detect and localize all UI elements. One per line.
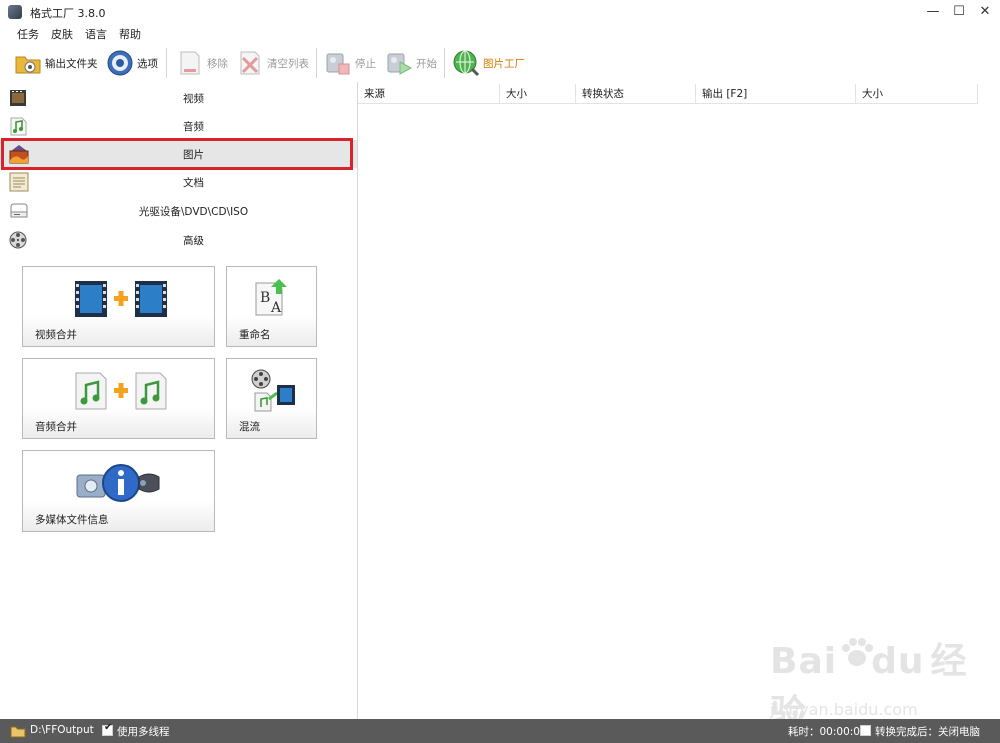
mux-card[interactable]: 混流 bbox=[226, 358, 317, 439]
task-list: 来源 大小 转换状态 输出 [F2] 大小 bbox=[358, 82, 1000, 719]
toolbar: 输出文件夹 选项 移除 清空列表 停止 开始 图片工厂 bbox=[0, 44, 1000, 82]
audio-merge-label: 音频合并 bbox=[35, 421, 77, 433]
menu-skin[interactable]: 皮肤 bbox=[51, 26, 73, 42]
rename-label: 重命名 bbox=[239, 329, 271, 341]
maximize-button[interactable]: ☐ bbox=[946, 2, 972, 22]
status-bar: D:\FFOutput ✔ 使用多线程 耗时：00:00:01 转换完成后：关闭… bbox=[0, 719, 1000, 743]
info-icon bbox=[75, 461, 167, 508]
options-button[interactable]: 选项 bbox=[106, 48, 158, 78]
film-reel-icon bbox=[8, 230, 30, 250]
document-icon bbox=[8, 172, 30, 192]
disc-drive-icon bbox=[8, 201, 30, 221]
stop-icon bbox=[324, 49, 352, 77]
category-advanced[interactable]: 高级 bbox=[0, 226, 357, 254]
toolbar-separator bbox=[444, 48, 445, 78]
svg-text:A: A bbox=[270, 300, 282, 316]
folder-icon bbox=[10, 726, 26, 738]
audio-merge-card[interactable]: 音频合并 bbox=[22, 358, 215, 439]
category-label: 音频 bbox=[183, 121, 204, 133]
remove-icon bbox=[176, 49, 204, 77]
column-source[interactable]: 来源 bbox=[358, 84, 500, 104]
mux-icon bbox=[251, 369, 297, 416]
rename-icon: B A bbox=[253, 277, 293, 320]
minimize-button[interactable]: — bbox=[920, 2, 946, 22]
column-size[interactable]: 大小 bbox=[500, 84, 576, 104]
category-label: 视频 bbox=[183, 93, 204, 105]
clear-icon bbox=[236, 49, 264, 77]
options-label: 选项 bbox=[137, 57, 158, 70]
picture-factory-button[interactable]: 图片工厂 bbox=[452, 48, 525, 78]
menu-language[interactable]: 语言 bbox=[85, 26, 107, 42]
video-merge-label: 视频合并 bbox=[35, 329, 77, 341]
media-info-card[interactable]: 多媒体文件信息 bbox=[22, 450, 215, 532]
video-merge-icon bbox=[73, 279, 169, 322]
menu-bar: 任务 皮肤 语言 帮助 bbox=[0, 24, 1000, 44]
menu-help[interactable]: 帮助 bbox=[119, 26, 141, 42]
remove-label: 移除 bbox=[207, 57, 228, 70]
remove-button[interactable]: 移除 bbox=[176, 48, 228, 78]
category-label: 图片 bbox=[183, 149, 204, 161]
play-icon bbox=[385, 49, 413, 77]
after-done-label: 转换完成后：关闭电脑 bbox=[875, 726, 980, 738]
check-icon: ✔ bbox=[104, 722, 113, 733]
watermark-url: jingyan.baidu.com bbox=[770, 700, 918, 719]
category-panel: 视频 音频 图片 文档 光驱设备\DVD\CD\ISO 高级 视频合并 B A … bbox=[0, 82, 358, 719]
film-icon bbox=[8, 88, 30, 108]
close-button[interactable]: ✕ bbox=[972, 2, 998, 22]
category-label: 高级 bbox=[183, 235, 204, 247]
globe-icon bbox=[452, 49, 480, 77]
column-output[interactable]: 输出 [F2] bbox=[696, 84, 856, 104]
mux-label: 混流 bbox=[239, 421, 260, 433]
elapsed-time: 耗时：00:00:01 bbox=[788, 726, 867, 738]
category-label: 文档 bbox=[183, 177, 204, 189]
app-icon bbox=[8, 5, 22, 19]
picture-factory-label: 图片工厂 bbox=[483, 57, 525, 70]
watermark-brand-suffix: du bbox=[871, 641, 925, 682]
clear-list-label: 清空列表 bbox=[267, 57, 309, 70]
folder-icon bbox=[14, 49, 42, 77]
stop-label: 停止 bbox=[355, 57, 376, 70]
multithread-checkbox[interactable]: ✔ bbox=[102, 722, 113, 736]
picture-icon bbox=[8, 144, 30, 164]
output-folder-button[interactable]: 输出文件夹 bbox=[14, 48, 98, 78]
media-info-label: 多媒体文件信息 bbox=[35, 514, 109, 526]
toolbar-separator bbox=[316, 48, 317, 78]
rename-card[interactable]: B A 重命名 bbox=[226, 266, 317, 347]
after-done-checkbox[interactable] bbox=[860, 725, 871, 736]
paw-icon bbox=[842, 638, 873, 666]
category-label: 光驱设备\DVD\CD\ISO bbox=[138, 206, 249, 218]
start-button[interactable]: 开始 bbox=[385, 48, 437, 78]
audio-merge-icon bbox=[73, 371, 169, 414]
category-picture[interactable]: 图片 bbox=[0, 140, 357, 168]
category-audio[interactable]: 音频 bbox=[0, 112, 357, 140]
clear-list-button[interactable]: 清空列表 bbox=[236, 48, 309, 78]
column-output-size[interactable]: 大小 bbox=[856, 84, 978, 104]
output-folder-label: 输出文件夹 bbox=[45, 57, 98, 70]
multithread-label: 使用多线程 bbox=[117, 726, 170, 738]
gear-icon bbox=[106, 49, 134, 77]
music-note-icon bbox=[8, 116, 30, 136]
toolbar-separator bbox=[166, 48, 167, 78]
column-status[interactable]: 转换状态 bbox=[576, 84, 696, 104]
output-path[interactable]: D:\FFOutput bbox=[30, 724, 94, 736]
window-title: 格式工厂 3.8.0 bbox=[30, 7, 106, 20]
title-bar: 格式工厂 3.8.0 — ☐ ✕ bbox=[0, 0, 1000, 24]
menu-task[interactable]: 任务 bbox=[17, 26, 39, 42]
start-label: 开始 bbox=[416, 57, 437, 70]
svg-text:B: B bbox=[260, 290, 270, 306]
video-merge-card[interactable]: 视频合并 bbox=[22, 266, 215, 347]
watermark-brand: Bai bbox=[770, 641, 838, 682]
category-rom-device[interactable]: 光驱设备\DVD\CD\ISO bbox=[0, 197, 357, 225]
stop-button[interactable]: 停止 bbox=[324, 48, 376, 78]
category-video[interactable]: 视频 bbox=[0, 84, 357, 112]
category-document[interactable]: 文档 bbox=[0, 168, 357, 196]
